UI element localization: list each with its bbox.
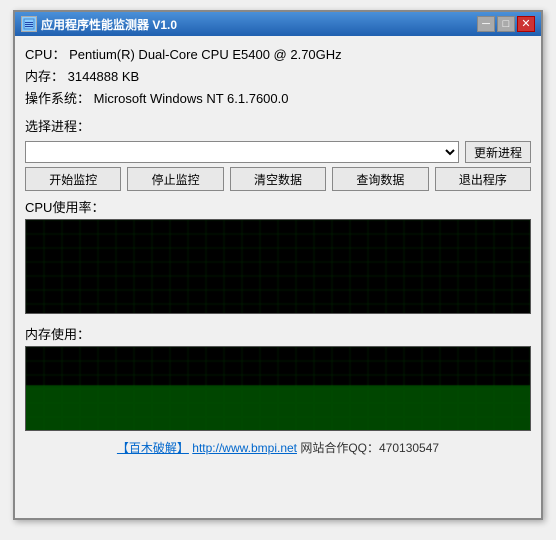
exit-button[interactable]: 退出程序 [435, 167, 531, 191]
os-value: Microsoft Windows NT 6.1.7600.0 [94, 91, 289, 106]
mem-chart-container [25, 346, 531, 431]
mem-chart-label: 内存使用： [25, 324, 531, 343]
window-content: CPU： Pentium(R) Dual-Core CPU E5400 @ 2.… [15, 36, 541, 464]
os-info-line: 操作系统： Microsoft Windows NT 6.1.7600.0 [25, 88, 531, 110]
footer-url[interactable]: http://www.bmpi.net [192, 441, 297, 455]
close-button[interactable]: ✕ [517, 16, 535, 32]
process-row: 选择进程： [25, 116, 531, 135]
main-window: 应用程序性能监测器 V1.0 ─ □ ✕ CPU： Pentium(R) Dua… [13, 10, 543, 520]
process-label: 选择进程： [25, 116, 90, 135]
start-monitor-button[interactable]: 开始监控 [25, 167, 121, 191]
action-buttons-row: 开始监控 停止监控 清空数据 查询数据 退出程序 [25, 167, 531, 191]
minimize-button[interactable]: ─ [477, 16, 495, 32]
process-dropdown[interactable] [25, 141, 459, 163]
query-data-button[interactable]: 查询数据 [332, 167, 428, 191]
cpu-info-line: CPU： Pentium(R) Dual-Core CPU E5400 @ 2.… [25, 44, 531, 66]
title-bar: 应用程序性能监测器 V1.0 ─ □ ✕ [15, 12, 541, 36]
title-controls: ─ □ ✕ [477, 16, 535, 32]
clear-data-button[interactable]: 清空数据 [230, 167, 326, 191]
window-title: 应用程序性能监测器 V1.0 [41, 16, 177, 33]
stop-monitor-button[interactable]: 停止监控 [127, 167, 223, 191]
memory-info-line: 内存： 3144888 KB [25, 66, 531, 88]
mem-canvas [26, 347, 531, 431]
memory-label: 内存： [25, 69, 64, 84]
cpu-chart-label: CPU使用率： [25, 197, 531, 216]
footer: 【百木破解】 http://www.bmpi.net 网站合作QQ：470130… [25, 439, 531, 456]
process-select-row: 更新进程 [25, 141, 531, 163]
cpu-label: CPU： [25, 47, 65, 62]
footer-link[interactable]: 【百木破解】 [117, 441, 189, 455]
title-bar-left: 应用程序性能监测器 V1.0 [21, 16, 177, 33]
app-icon [21, 16, 37, 32]
maximize-button[interactable]: □ [497, 16, 515, 32]
cpu-canvas [26, 220, 531, 314]
memory-value: 3144888 KB [68, 69, 140, 84]
footer-extra: 网站合作QQ：470130547 [300, 441, 439, 455]
cpu-value: Pentium(R) Dual-Core CPU E5400 @ 2.70GHz [69, 47, 342, 62]
cpu-chart-container [25, 219, 531, 314]
os-label: 操作系统： [25, 91, 90, 106]
update-process-button[interactable]: 更新进程 [465, 141, 531, 163]
